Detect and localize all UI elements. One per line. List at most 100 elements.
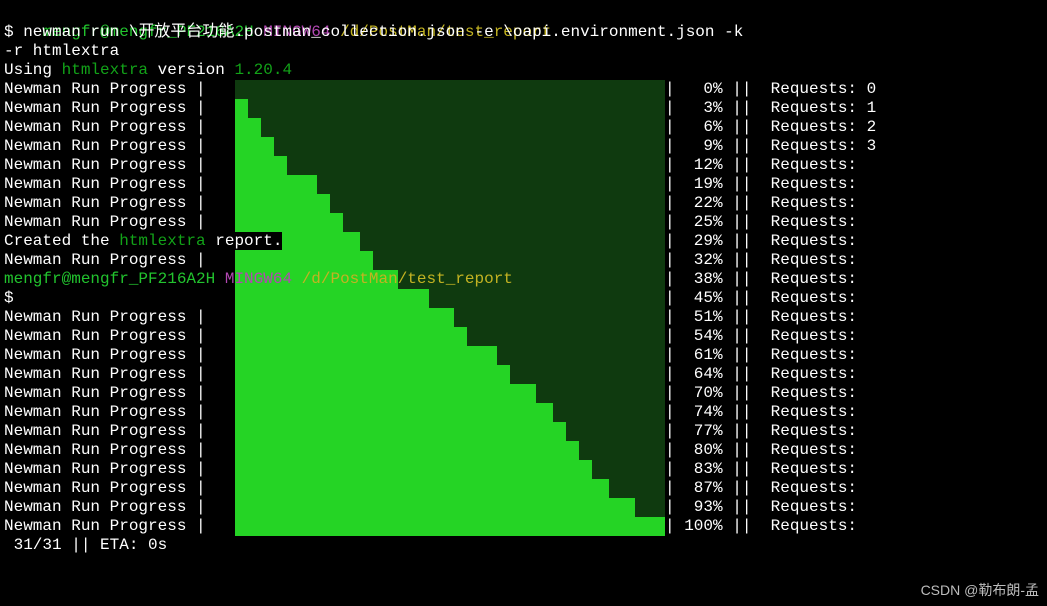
progress-stats: | 100% || Requests: [665, 517, 857, 535]
progress-label: Newman Run Progress | [4, 365, 206, 383]
prompt-symbol: $ [4, 23, 23, 41]
progress-stats: | 54% || Requests: [665, 327, 857, 345]
progress-bar [235, 99, 665, 118]
progress-row: Newman Run Progress || 74% || Requests: [4, 403, 1047, 422]
progress-row: Newman Run Progress | | 25% || Requests: [4, 213, 1047, 232]
progress-row: Newman Run Progress || 19% || Requests: [4, 175, 1047, 194]
progress-label: Newman Run Progress | [4, 213, 206, 231]
progress-stats: | 83% || Requests: [665, 460, 857, 478]
progress-row: Newman Run Progress | | 61% || Requests: [4, 346, 1047, 365]
progress-bar-fill [235, 479, 609, 498]
progress-bar [235, 346, 665, 365]
progress-row: Newman Run Progress | | 64% || Requests: [4, 365, 1047, 384]
progress-label: Newman Run Progress | [4, 99, 206, 117]
progress-row: Newman Run Progress || 51% || Requests: [4, 308, 1047, 327]
progress-stats: | 51% || Requests: [665, 308, 857, 326]
progress-bar-fill [235, 346, 497, 365]
progress-bar [235, 137, 665, 156]
progress-row: Created the htmlextra report. | 29% || Re… [4, 232, 1047, 251]
progress-bar-fill [235, 327, 467, 346]
progress-bar [235, 327, 665, 346]
progress-stats: | 29% || Requests: [665, 232, 857, 250]
progress-row: $ | 45% || Requests: [4, 289, 1047, 308]
progress-stats: | 45% || Requests: [665, 289, 857, 307]
progress-bar [235, 365, 665, 384]
progress-row: Newman Run Progress | | 70% || Requests: [4, 384, 1047, 403]
progress-row: Newman Run Progress || 87% || Requests: [4, 479, 1047, 498]
progress-bar [235, 308, 665, 327]
watermark: CSDN @勒布朗-孟 [921, 581, 1039, 600]
progress-bar-fill [235, 384, 536, 403]
prompt-line-1: mengfr@mengfr_PF216A2H MINGW64 /d/PostMa… [4, 4, 1047, 23]
command-text-1: newman run \开放平台功能.postman_collection.js… [23, 23, 743, 41]
command-text-2: -r htmlextra [4, 42, 119, 60]
eta-line: 31/31 || ETA: 0s [4, 536, 1047, 555]
progress-stats: | 25% || Requests: [665, 213, 857, 231]
command-line-2[interactable]: -r htmlextra [4, 42, 1047, 61]
progress-row: Newman Run Progress | | 100% || Requests: [4, 517, 1047, 536]
created-report-line: Created the htmlextra report. [4, 232, 282, 250]
using-version: 1.20.4 [234, 61, 292, 79]
progress-bar [235, 479, 665, 498]
progress-bar [235, 517, 665, 536]
prompt-symbol: $ [4, 289, 14, 307]
progress-stats: | 32% || Requests: [665, 251, 857, 269]
progress-stats: | 0% || Requests: 0 [665, 80, 876, 98]
progress-bar [235, 118, 665, 137]
progress-bar [235, 175, 665, 194]
progress-stats: | 77% || Requests: [665, 422, 857, 440]
progress-stats: | 70% || Requests: [665, 384, 857, 402]
progress-row: Newman Run Progress | | 80% || Requests: [4, 441, 1047, 460]
progress-stats: | 64% || Requests: [665, 365, 857, 383]
progress-label: Newman Run Progress | [4, 156, 206, 174]
progress-bar-fill [235, 498, 635, 517]
progress-bar-fill [235, 441, 579, 460]
progress-area: Newman Run Progress | | 0% || Requests: 0… [4, 80, 1047, 536]
progress-label: Newman Run Progress | [4, 384, 206, 402]
progress-row: Newman Run Progress || 9% || Requests: 3 [4, 137, 1047, 156]
progress-stats: | 3% || Requests: 1 [665, 99, 876, 117]
progress-stats: | 61% || Requests: [665, 346, 857, 364]
progress-bar [235, 213, 665, 232]
terminal-window[interactable]: mengfr@mengfr_PF216A2H MINGW64 /d/PostMa… [0, 0, 1047, 606]
progress-label: Newman Run Progress | [4, 517, 206, 535]
progress-row: Newman Run Progress || 83% || Requests: [4, 460, 1047, 479]
progress-bar [235, 80, 665, 99]
progress-stats: | 74% || Requests: [665, 403, 857, 421]
progress-bar-fill [235, 156, 287, 175]
progress-label: Newman Run Progress | [4, 118, 206, 136]
progress-label: Newman Run Progress | [4, 346, 206, 364]
progress-row: Newman Run Progress | | 6% || Requests: 2 [4, 118, 1047, 137]
progress-row: Newman Run Progress | | 3% || Requests: 1 [4, 99, 1047, 118]
progress-bar [235, 156, 665, 175]
progress-bar-fill [235, 213, 343, 232]
progress-stats: | 19% || Requests: [665, 175, 857, 193]
progress-bar [235, 194, 665, 213]
progress-bar-fill [235, 365, 510, 384]
progress-bar [235, 251, 665, 270]
progress-bar-fill [235, 99, 248, 118]
progress-label: Newman Run Progress | [4, 498, 206, 516]
command-line-1[interactable]: $ newman run \开放平台功能.postman_collection.… [4, 23, 1047, 42]
prompt-line-2: mengfr@mengfr_PF216A2H MINGW64 /d/PostMa… [4, 270, 513, 288]
progress-stats: | 6% || Requests: 2 [665, 118, 876, 136]
progress-bar-fill [235, 422, 566, 441]
progress-stats: | 9% || Requests: 3 [665, 137, 876, 155]
progress-stats: | 22% || Requests: [665, 194, 857, 212]
progress-bar-fill [235, 289, 429, 308]
progress-stats: | 80% || Requests: [665, 441, 857, 459]
progress-bar [235, 460, 665, 479]
progress-row: Newman Run Progress || 32% || Requests: [4, 251, 1047, 270]
progress-bar [235, 441, 665, 460]
progress-bar-fill [235, 251, 373, 270]
progress-bar-fill [235, 137, 274, 156]
progress-label: Newman Run Progress | [4, 441, 206, 459]
progress-bar-fill [235, 308, 454, 327]
using-line: Using htmlextra version 1.20.4 [4, 61, 1047, 80]
progress-label: Newman Run Progress | [4, 327, 206, 345]
progress-bar [235, 498, 665, 517]
progress-stats: | 12% || Requests: [665, 156, 857, 174]
progress-bar-fill [235, 118, 261, 137]
progress-row: Newman Run Progress || 93% || Requests: [4, 498, 1047, 517]
progress-bar-fill [235, 194, 330, 213]
